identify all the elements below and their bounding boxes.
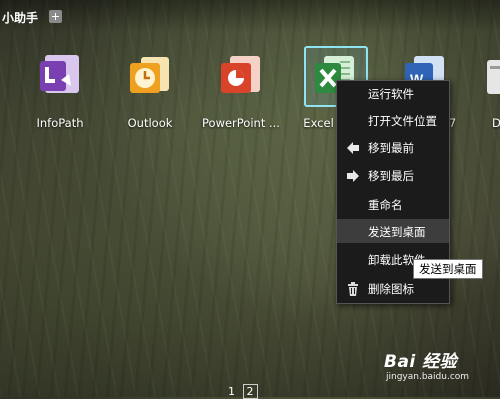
menu-item-label: 移到最后 [368, 169, 414, 183]
menu-item-run[interactable]: 运行软件 [337, 81, 449, 105]
page-1-button[interactable]: 1 [228, 385, 235, 398]
app-label: D [492, 116, 500, 130]
menu-item-label: 打开文件位置 [368, 114, 437, 128]
menu-item-move-first[interactable]: 移到最前 [337, 135, 449, 159]
app-outlook[interactable]: Outlook [111, 52, 189, 130]
app-label: InfoPath [36, 116, 84, 130]
menu-item-move-last[interactable]: 移到最后 [337, 163, 449, 187]
app-infopath[interactable]: InfoPath [21, 52, 99, 130]
app-title: 小助手 [2, 11, 39, 25]
menu-item-send-to-desktop[interactable]: 发送到桌面 [337, 219, 449, 243]
outlook-icon [127, 52, 173, 98]
menu-item-rename[interactable]: 重命名 [337, 192, 449, 216]
app-partial-icon [484, 52, 500, 98]
menu-item-label: 删除图标 [368, 282, 414, 296]
arrow-right-icon [346, 168, 360, 182]
infopath-icon [37, 52, 83, 98]
menu-item-open-location[interactable]: 打开文件位置 [337, 108, 449, 132]
trash-icon [346, 281, 360, 296]
app-label: Outlook [127, 116, 173, 130]
add-icon[interactable] [49, 10, 62, 23]
tooltip: 发送到桌面 [413, 259, 483, 279]
app-label: PowerPoint ... [202, 116, 280, 130]
watermark-logo: Bai 经验 [384, 352, 458, 372]
powerpoint-icon [218, 52, 264, 98]
menu-item-label: 重命名 [368, 198, 403, 212]
arrow-left-icon [346, 140, 360, 154]
baidu-watermark: Bai 经验 jingyan.baidu.com [384, 347, 469, 382]
top-bar: 小助手 [0, 0, 500, 32]
app-partial[interactable]: D [456, 52, 500, 130]
app-powerpoint[interactable]: PowerPoint ... [202, 52, 280, 130]
menu-item-delete-icon[interactable]: 删除图标 [337, 276, 449, 300]
watermark-site: jingyan.baidu.com [386, 372, 470, 382]
menu-item-label: 运行软件 [368, 87, 414, 101]
menu-item-label: 发送到桌面 [368, 225, 426, 239]
menu-item-label: 移到最前 [368, 141, 414, 155]
